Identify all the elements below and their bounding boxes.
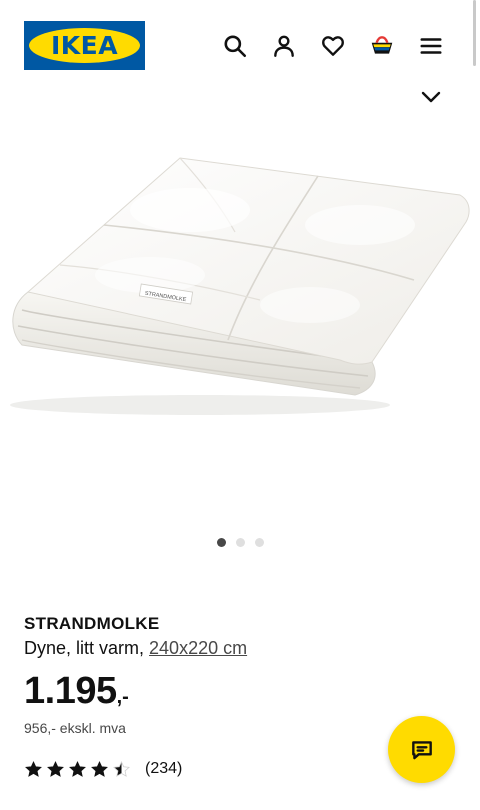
- chat-button[interactable]: [388, 716, 455, 783]
- cart-icon[interactable]: [368, 32, 396, 60]
- scroll-indicator: [473, 0, 476, 66]
- star-icon: [47, 760, 64, 777]
- price-excl-vat: 956,- ekskl. mva: [24, 720, 126, 736]
- product-description: Dyne, litt varm, 240x220 cm: [24, 638, 247, 659]
- gallery-dots: [0, 538, 480, 550]
- heart-icon[interactable]: [319, 32, 347, 60]
- gallery-dot-1[interactable]: [216, 538, 226, 547]
- menu-icon[interactable]: [417, 32, 445, 60]
- product-type: Dyne, litt varm,: [24, 638, 150, 658]
- chat-icon: [411, 740, 432, 759]
- gallery-dot-3[interactable]: [254, 538, 264, 547]
- price-value: 1.195: [24, 670, 117, 712]
- star-icon: [25, 760, 42, 777]
- gallery-dot-2[interactable]: [235, 538, 245, 547]
- rating[interactable]: (234): [24, 758, 182, 780]
- header: IKEA: [0, 0, 480, 92]
- search-icon[interactable]: [221, 32, 249, 60]
- product-price: 1.195,-: [24, 670, 129, 713]
- rating-stars: [24, 760, 131, 779]
- ikea-logo[interactable]: IKEA: [24, 21, 145, 70]
- star-icon: [113, 760, 130, 777]
- star-icon: [69, 760, 86, 777]
- product-name: STRANDMOLKE: [24, 614, 160, 633]
- star-icon: [91, 760, 108, 777]
- product-image[interactable]: STRANDMOLKE: [0, 140, 480, 470]
- chevron-down-icon[interactable]: [419, 87, 443, 107]
- price-suffix: ,-: [116, 686, 129, 708]
- user-icon[interactable]: [270, 32, 298, 60]
- product-size-link[interactable]: 240x220 cm: [149, 638, 247, 658]
- logo-text: IKEA: [50, 31, 119, 60]
- review-count: (234): [145, 760, 183, 777]
